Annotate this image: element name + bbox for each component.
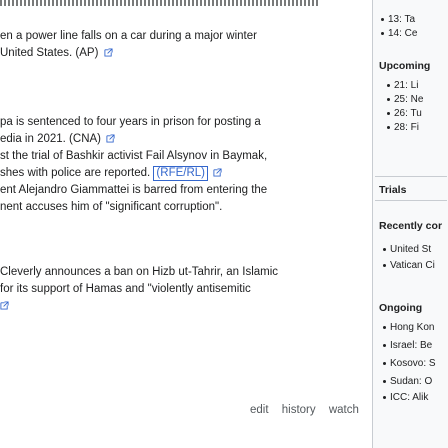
sidebar-item[interactable]: Sudan: O bbox=[383, 376, 432, 388]
bullet-icon bbox=[383, 395, 386, 399]
sidebar-item-label: 28: Fi bbox=[394, 122, 420, 133]
bullet-icon bbox=[383, 361, 386, 365]
source-link-rferl[interactable]: (RFE/RL) bbox=[153, 166, 209, 181]
bullet-icon bbox=[387, 111, 390, 115]
sidebar-item-label: Sudan: O bbox=[390, 376, 433, 387]
edit-link[interactable]: edit bbox=[250, 404, 269, 416]
bullet-icon bbox=[387, 125, 390, 129]
sidebar-item[interactable]: ICC: Alik bbox=[383, 392, 428, 404]
divider bbox=[375, 200, 447, 201]
sidebar-item-label: 14: Ce bbox=[388, 28, 418, 39]
sidebar-item-label: 25: Ne bbox=[394, 94, 424, 105]
current-events-sidebar: 13: Ta 14: Ce Upcoming 21: Li 25: Ne 26:… bbox=[372, 0, 448, 448]
history-link[interactable]: history bbox=[282, 404, 316, 416]
divider bbox=[375, 176, 447, 177]
sidebar-item-label: 26: Tu bbox=[394, 108, 422, 119]
news-line: United States. (AP) bbox=[0, 47, 99, 59]
sidebar-item[interactable]: 14: Ce bbox=[381, 28, 417, 40]
bullet-icon bbox=[383, 325, 386, 329]
sidebar-item[interactable]: 28: Fi bbox=[387, 122, 419, 134]
news-line: Cleverly announces a ban on Hizb ut-Tahr… bbox=[0, 266, 279, 278]
bullet-icon bbox=[381, 17, 384, 21]
news-line: pa is sentenced to four years in prison … bbox=[0, 116, 261, 128]
external-link-icon[interactable] bbox=[106, 134, 115, 144]
external-link-icon[interactable] bbox=[104, 48, 113, 58]
sidebar-item[interactable]: Israel: Be bbox=[383, 340, 432, 352]
sidebar-item-label: Israel: Be bbox=[390, 340, 433, 351]
bullet-icon bbox=[387, 97, 390, 101]
news-item-hizb-ban: Cleverly announces a ban on Hizb ut-Tahr… bbox=[0, 264, 372, 315]
news-line: st the trial of Bashkir activist Fail Al… bbox=[0, 150, 268, 162]
trials-heading: Trials bbox=[379, 184, 407, 196]
bullet-icon bbox=[381, 31, 384, 35]
news-line: nent accuses him of "significant corrupt… bbox=[0, 201, 223, 213]
news-line: for its support of Hamas and "violently … bbox=[0, 283, 251, 295]
news-line: ent Alejandro Giammattei is barred from … bbox=[0, 184, 268, 196]
bullet-icon bbox=[383, 263, 386, 267]
main-content: en a power line falls on a car during a … bbox=[0, 0, 372, 448]
sidebar-item[interactable]: United St bbox=[383, 244, 431, 256]
news-line: shes with police are reported. bbox=[0, 167, 151, 179]
bullet-icon bbox=[383, 247, 386, 251]
ongoing-heading: Ongoing bbox=[379, 302, 423, 314]
source-label: RFE/RL bbox=[160, 167, 202, 179]
bullet-icon bbox=[383, 379, 386, 383]
news-line: edia in 2021. (CNA) bbox=[0, 133, 101, 145]
news-item-winter-storm: en a power line falls on a car during a … bbox=[0, 28, 372, 62]
sidebar-item-label: United St bbox=[390, 244, 432, 255]
sidebar-item-label: Kosovo: S bbox=[390, 358, 436, 369]
external-link-icon[interactable] bbox=[0, 301, 9, 311]
sidebar-item-label: Vatican Ci bbox=[390, 260, 435, 271]
upcoming-heading: Upcoming bbox=[379, 60, 431, 72]
sidebar-item-label: ICC: Alik bbox=[390, 392, 429, 403]
top-partial-line bbox=[0, 0, 320, 6]
sidebar-item-label: 13: Ta bbox=[388, 14, 416, 25]
external-link-icon[interactable] bbox=[213, 168, 222, 178]
sidebar-item[interactable]: 13: Ta bbox=[381, 14, 415, 26]
sidebar-item-label: 21: Li bbox=[394, 80, 419, 91]
recently-heading: Recently cor bbox=[379, 220, 443, 232]
news-item-trials: pa is sentenced to four years in prison … bbox=[0, 114, 372, 216]
sidebar-item[interactable]: 26: Tu bbox=[387, 108, 422, 120]
sidebar-item[interactable]: 21: Li bbox=[387, 80, 418, 92]
sidebar-item-label: Hong Kon bbox=[390, 322, 435, 333]
sidebar-item[interactable]: Hong Kon bbox=[383, 322, 434, 334]
bullet-icon bbox=[387, 83, 390, 87]
news-line: en a power line falls on a car during a … bbox=[0, 30, 257, 42]
sidebar-item[interactable]: Vatican Ci bbox=[383, 260, 435, 272]
watch-link[interactable]: watch bbox=[329, 404, 359, 416]
sidebar-item[interactable]: Kosovo: S bbox=[383, 358, 436, 370]
sidebar-item[interactable]: 25: Ne bbox=[387, 94, 423, 106]
edit-links: edit history watch bbox=[250, 404, 369, 416]
bullet-icon bbox=[383, 343, 386, 347]
